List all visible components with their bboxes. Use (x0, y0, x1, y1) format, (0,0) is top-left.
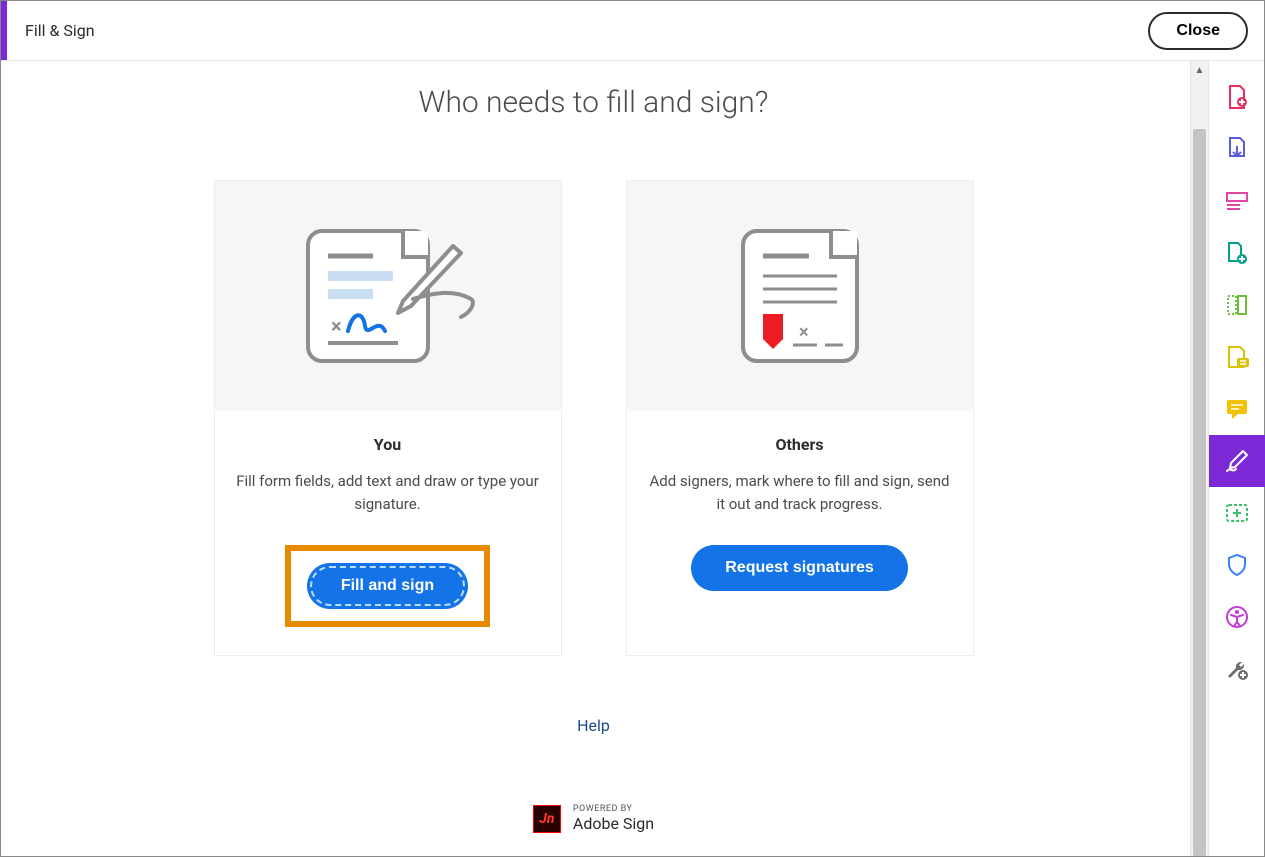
content: Who needs to fill and sign? (1, 61, 1186, 856)
create-pdf-icon[interactable] (1209, 71, 1265, 123)
card-you-desc: Fill form fields, add text and draw or t… (235, 470, 541, 515)
card-others-desc: Add signers, mark where to fill and sign… (647, 470, 953, 515)
body: Who needs to fill and sign? (1, 61, 1264, 856)
card-you-illustration: × (215, 181, 561, 411)
svg-text:×: × (799, 322, 809, 343)
powered-by: Jn POWERED BY Adobe Sign (533, 805, 654, 833)
tools-rail (1208, 61, 1264, 856)
fill-and-sign-button[interactable]: Fill and sign (307, 563, 468, 609)
card-others: × Others Add signers, mark where to fill… (626, 180, 974, 656)
card-you: × You Fill form fields, add text and dra… (214, 180, 562, 656)
card-others-illustration: × (627, 181, 973, 411)
organize-pages-icon[interactable] (1209, 279, 1265, 331)
adobe-sign-logo-icon: Jn (533, 805, 561, 833)
redact-icon[interactable] (1209, 331, 1265, 383)
cards-row: × You Fill form fields, add text and dra… (214, 180, 974, 656)
header-bar: Fill & Sign Close (1, 1, 1264, 61)
card-others-title: Others (775, 435, 823, 454)
help-link[interactable]: Help (577, 716, 610, 735)
page-heading: Who needs to fill and sign? (419, 85, 769, 120)
card-you-title: You (374, 435, 401, 454)
content-scroll[interactable]: Who needs to fill and sign? (1, 61, 1190, 856)
combine-files-icon[interactable] (1209, 227, 1265, 279)
scroll-track[interactable] (1191, 79, 1208, 856)
app-window: Fill & Sign Close Who needs to fill and … (0, 0, 1265, 857)
main-area: Who needs to fill and sign? (1, 61, 1190, 856)
accent-bar (1, 1, 7, 60)
scroll-up-arrow-icon[interactable]: ▲ (1191, 61, 1208, 79)
request-signatures-icon: × (725, 221, 875, 371)
comment-icon[interactable] (1209, 383, 1265, 435)
powered-by-brand: Adobe Sign (573, 815, 654, 833)
card-others-body: Others Add signers, mark where to fill a… (627, 411, 973, 619)
fill-sign-icon[interactable] (1209, 435, 1265, 487)
header-left: Fill & Sign (1, 1, 95, 60)
export-pdf-icon[interactable] (1209, 123, 1265, 175)
edit-pdf-icon[interactable] (1209, 175, 1265, 227)
svg-text:×: × (331, 314, 342, 338)
send-for-comments-icon[interactable] (1209, 487, 1265, 539)
request-signatures-button[interactable]: Request signatures (691, 545, 907, 591)
tutorial-highlight: Fill and sign (285, 545, 490, 627)
panel-title: Fill & Sign (25, 21, 95, 40)
more-tools-icon[interactable] (1209, 643, 1265, 695)
card-you-body: You Fill form fields, add text and draw … (215, 411, 561, 655)
scroll-thumb[interactable] (1193, 129, 1206, 856)
close-button[interactable]: Close (1148, 12, 1248, 50)
powered-text: POWERED BY Adobe Sign (573, 805, 654, 832)
protect-icon[interactable] (1209, 539, 1265, 591)
vertical-scrollbar[interactable]: ▲ (1190, 61, 1208, 856)
accessibility-icon[interactable] (1209, 591, 1265, 643)
sign-yourself-icon: × (293, 221, 483, 371)
